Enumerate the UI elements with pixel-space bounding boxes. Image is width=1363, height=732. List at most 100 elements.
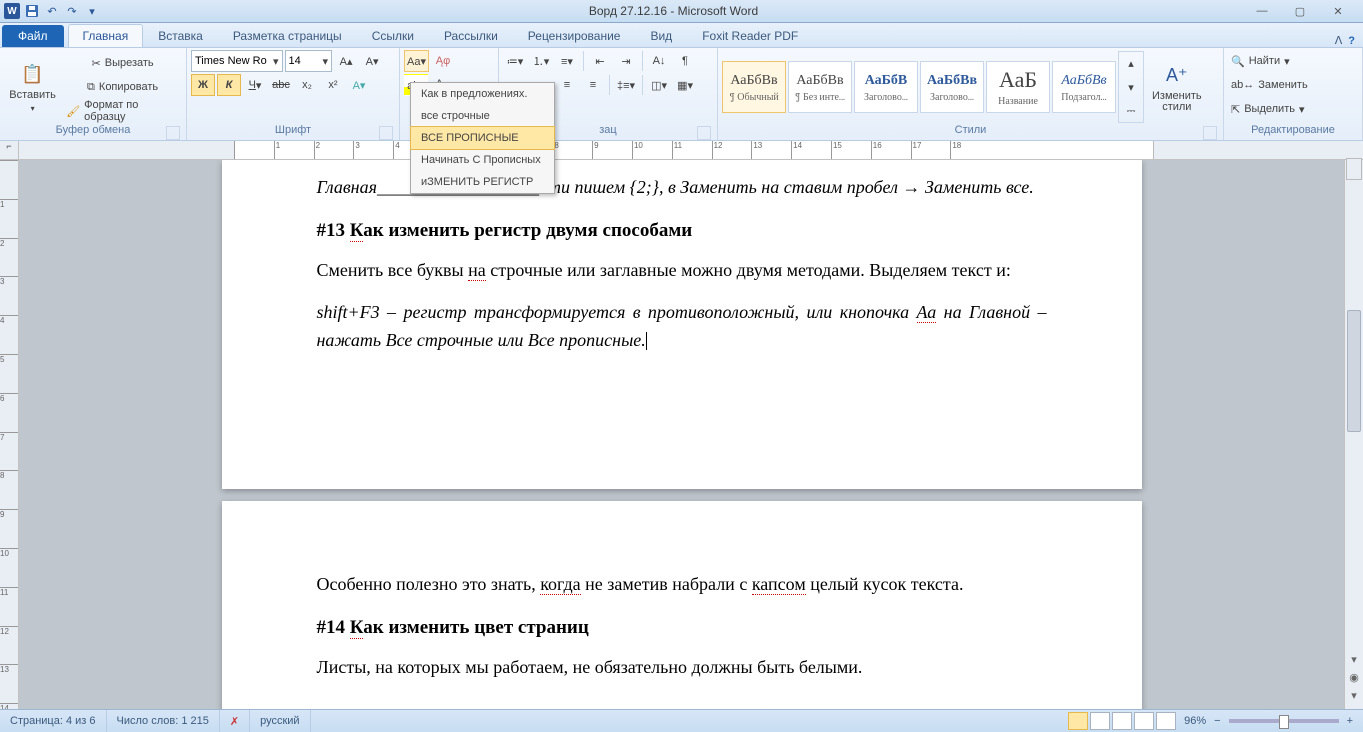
ribbon-minimize-icon[interactable]: ᐱ (1335, 34, 1343, 47)
zoom-in-button[interactable]: + (1347, 715, 1353, 727)
zoom-out-button[interactable]: − (1214, 715, 1220, 727)
case-sentence[interactable]: Как в предложениях. (411, 83, 554, 105)
copy-button[interactable]: ⧉Копировать (63, 76, 182, 98)
minimize-button[interactable]: — (1247, 2, 1277, 20)
document-page-4[interactable]: Главная__________________йти пишем {2;},… (222, 160, 1142, 489)
next-page-icon[interactable]: ▾ (1345, 689, 1363, 705)
justify-button[interactable]: ≡ (581, 74, 605, 96)
line-spacing-button[interactable]: ‡≡▾ (614, 74, 638, 96)
prev-page-icon[interactable]: ◉ (1345, 671, 1363, 687)
qat-redo-icon[interactable]: ↷ (64, 3, 80, 19)
format-painter-button[interactable]: 🖌Формат по образцу (63, 100, 182, 122)
vertical-ruler[interactable]: 1234567891011121314 (0, 160, 19, 709)
tab-review[interactable]: Рецензирование (513, 24, 636, 47)
change-styles-button[interactable]: A⁺ Изменить стили (1146, 59, 1208, 115)
tab-references[interactable]: Ссылки (357, 24, 429, 47)
tab-layout[interactable]: Разметка страницы (218, 24, 357, 47)
font-size-combo[interactable]: ▾ (285, 50, 333, 72)
paragraph-dialog-launcher[interactable] (697, 126, 711, 140)
shrink-font-button[interactable]: A▾ (360, 50, 384, 72)
view-full-screen[interactable] (1090, 712, 1110, 730)
grow-font-button[interactable]: A▴ (334, 50, 358, 72)
styles-more-down[interactable]: ▾ (1119, 76, 1143, 98)
horizontal-ruler[interactable]: 123456789101112131415161718 (19, 141, 1363, 160)
clipboard-dialog-launcher[interactable] (166, 126, 180, 140)
style-heading2[interactable]: АаБбВвЗаголово... (920, 61, 984, 113)
tab-foxit[interactable]: Foxit Reader PDF (687, 24, 813, 47)
view-draft[interactable] (1156, 712, 1176, 730)
align-right-button[interactable]: ≡ (555, 74, 579, 96)
bold-button[interactable]: Ж (191, 74, 215, 96)
borders-button[interactable]: ▦▾ (673, 74, 697, 96)
style-normal[interactable]: АаБбВв¶ Обычный (722, 61, 786, 113)
styles-more-button[interactable]: ⎓ (1119, 100, 1143, 122)
document-page-5[interactable]: Особенно полезно это знать, когда не зам… (222, 501, 1142, 709)
tab-home[interactable]: Главная (68, 24, 144, 47)
status-proofing[interactable]: ✗ (220, 710, 250, 732)
vertical-scrollbar[interactable]: ▴ ▾ ◉ ▾ (1344, 160, 1363, 709)
subscript-button[interactable]: x₂ (295, 74, 319, 96)
style-heading1[interactable]: АаБбВЗаголово... (854, 61, 918, 113)
qat-undo-icon[interactable]: ↶ (44, 3, 60, 19)
shading-button[interactable]: ◫▾ (647, 74, 671, 96)
status-zoom-level[interactable]: 96% (1184, 715, 1206, 727)
sort-button[interactable]: A↓ (647, 50, 671, 72)
styles-dialog-launcher[interactable] (1203, 126, 1217, 140)
qat-customize-icon[interactable]: ▾ (84, 3, 100, 19)
text-effects-button[interactable]: A▾ (347, 74, 371, 96)
help-icon[interactable]: ? (1348, 35, 1355, 47)
doc-paragraph[interactable]: Особенно полезно это знать, когда не зам… (317, 571, 1047, 599)
maximize-button[interactable]: ▢ (1285, 2, 1315, 20)
document-canvas[interactable]: Главная__________________йти пишем {2;},… (19, 160, 1344, 709)
replace-button[interactable]: ab↔Заменить (1228, 74, 1311, 96)
doc-heading-14[interactable]: #14 Как изменить цвет страниц (317, 613, 1047, 642)
view-print-layout[interactable] (1068, 712, 1088, 730)
doc-paragraph[interactable]: Сменить все буквы на строчные или заглав… (317, 257, 1047, 285)
styles-more-up[interactable]: ▴ (1119, 52, 1143, 74)
cut-button[interactable]: ✂Вырезать (63, 52, 182, 74)
case-lowercase[interactable]: все строчные (411, 105, 554, 127)
change-case-button[interactable]: Aa▾ (404, 50, 429, 72)
style-title[interactable]: АаБНазвание (986, 61, 1050, 113)
case-capitalize[interactable]: Начинать С Прописных (411, 149, 554, 171)
status-language[interactable]: русский (250, 710, 310, 732)
case-uppercase[interactable]: ВСЕ ПРОПИСНЫЕ (410, 126, 555, 150)
tab-selector[interactable]: ⌐ (0, 141, 19, 160)
font-name-combo[interactable]: ▾ (191, 50, 283, 72)
multilevel-button[interactable]: ≡▾ (555, 50, 579, 72)
clear-formatting-button[interactable]: Ąφ (431, 50, 455, 72)
close-button[interactable]: ✕ (1323, 2, 1353, 20)
show-marks-button[interactable]: ¶ (673, 50, 697, 72)
scrollbar-thumb[interactable] (1347, 310, 1361, 432)
underline-button[interactable]: Ч▾ (243, 74, 267, 96)
status-page[interactable]: Страница: 4 из 6 (0, 710, 107, 732)
style-no-spacing[interactable]: АаБбВв¶ Без инте... (788, 61, 852, 113)
ruler-toggle-icon[interactable] (1346, 158, 1362, 180)
select-button[interactable]: ⇱Выделить▾ (1228, 98, 1308, 120)
tab-view[interactable]: Вид (635, 24, 687, 47)
find-button[interactable]: 🔍Найти▾ (1228, 50, 1293, 72)
tab-file[interactable]: Файл (2, 25, 64, 47)
scroll-down-icon[interactable]: ▾ (1345, 653, 1363, 669)
doc-paragraph[interactable]: shift+F3 – регистр трансформируется в пр… (317, 299, 1047, 355)
strikethrough-button[interactable]: abc (269, 74, 293, 96)
paste-button[interactable]: 📋 Вставить▾ (4, 58, 61, 116)
numbering-button[interactable]: ⒈▾ (529, 50, 553, 72)
superscript-button[interactable]: x² (321, 74, 345, 96)
doc-heading-13[interactable]: #13 Как изменить регистр двумя способами (317, 216, 1047, 245)
view-outline[interactable] (1134, 712, 1154, 730)
word-app-icon[interactable]: W (4, 3, 20, 19)
increase-indent-button[interactable]: ⇥ (614, 50, 638, 72)
case-toggle[interactable]: иЗМЕНИТЬ РЕГИСТР (411, 171, 554, 193)
zoom-slider[interactable] (1229, 719, 1339, 723)
italic-button[interactable]: К (217, 74, 241, 96)
font-dialog-launcher[interactable] (379, 126, 393, 140)
status-word-count[interactable]: Число слов: 1 215 (107, 710, 220, 732)
decrease-indent-button[interactable]: ⇤ (588, 50, 612, 72)
tab-mailings[interactable]: Рассылки (429, 24, 513, 47)
tab-insert[interactable]: Вставка (143, 24, 218, 47)
qat-save-icon[interactable] (24, 3, 40, 19)
styles-gallery[interactable]: АаБбВв¶ Обычный АаБбВв¶ Без инте... АаБб… (722, 51, 1144, 123)
doc-paragraph[interactable]: Листы, на которых мы работаем, не обязат… (317, 654, 1047, 682)
style-subtitle[interactable]: АаБбВвПодзагол... (1052, 61, 1116, 113)
